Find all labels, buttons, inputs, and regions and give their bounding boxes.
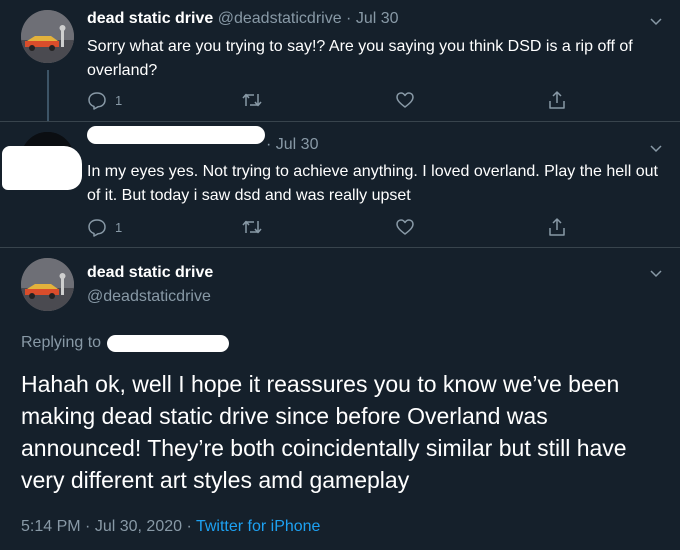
display-name[interactable]: dead static drive [87,10,213,27]
chevron-down-icon[interactable] [648,140,664,156]
tweet-actions: 1 [87,216,587,238]
avatar[interactable] [21,258,74,311]
redacted-name-scribble [87,126,265,144]
tweet-header: · Jul 30 [266,136,318,154]
focused-tweet-text: Hahah ok, well I hope it reassures you t… [21,371,627,493]
retweet-icon [242,93,262,107]
tweet-text: Sorry what are you trying to say!? Are y… [87,38,633,79]
meta-separator: · [85,518,91,535]
tweet-time[interactable]: 5:14 PM [21,518,81,535]
tweet-text: In my eyes yes. Not trying to achieve an… [87,163,658,204]
tweet-1[interactable]: dead static drive @deadstaticdrive · Jul… [0,0,680,122]
tweet-date[interactable]: Jul 30 [356,10,399,27]
car-art-avatar-icon [21,258,74,311]
like-button[interactable] [395,89,415,111]
retweet-button[interactable] [241,89,263,111]
focused-tweet: dead static drive @deadstaticdrive Reply… [0,247,680,550]
share-button[interactable] [547,216,567,238]
reply-count: 1 [115,219,123,235]
tweet-2[interactable]: · Jul 30 In my eyes yes. Not trying to a… [0,121,680,247]
redacted-username [2,146,82,190]
share-button[interactable] [547,89,567,111]
car-art-avatar-icon [21,10,74,63]
display-name[interactable]: dead static drive [87,264,213,282]
tweet-date[interactable]: Jul 30 [276,136,319,153]
chevron-down-icon[interactable] [648,13,664,29]
retweet-icon [242,220,262,234]
tweet-header: dead static drive @deadstaticdrive · Jul… [87,10,399,28]
heart-icon [396,92,414,108]
like-button[interactable] [395,216,415,238]
reply-icon [88,92,106,110]
handle[interactable]: @deadstaticdrive [218,10,342,27]
reply-icon [88,219,106,237]
share-icon [549,91,565,109]
tweet-meta: 5:14 PM · Jul 30, 2020 · Twitter for iPh… [21,518,320,536]
reply-button[interactable]: 1 [87,216,122,238]
reply-count: 1 [115,92,123,108]
source-link[interactable]: Twitter for iPhone [196,518,321,535]
replying-to-label: Replying to [21,334,102,351]
separator: · [266,136,272,153]
avatar[interactable] [21,10,74,63]
thread-line [47,70,49,122]
separator: · [346,10,352,27]
reply-button[interactable]: 1 [87,89,122,111]
tweet-actions: 1 [87,89,587,111]
source-separator: · [186,518,192,535]
chevron-down-icon[interactable] [648,265,664,281]
handle[interactable]: @deadstaticdrive [87,288,211,306]
tweet-date[interactable]: Jul 30, 2020 [95,518,182,535]
retweet-button[interactable] [241,216,263,238]
share-icon [549,218,565,236]
redacted-reply-target[interactable] [107,335,229,352]
heart-icon [396,219,414,235]
